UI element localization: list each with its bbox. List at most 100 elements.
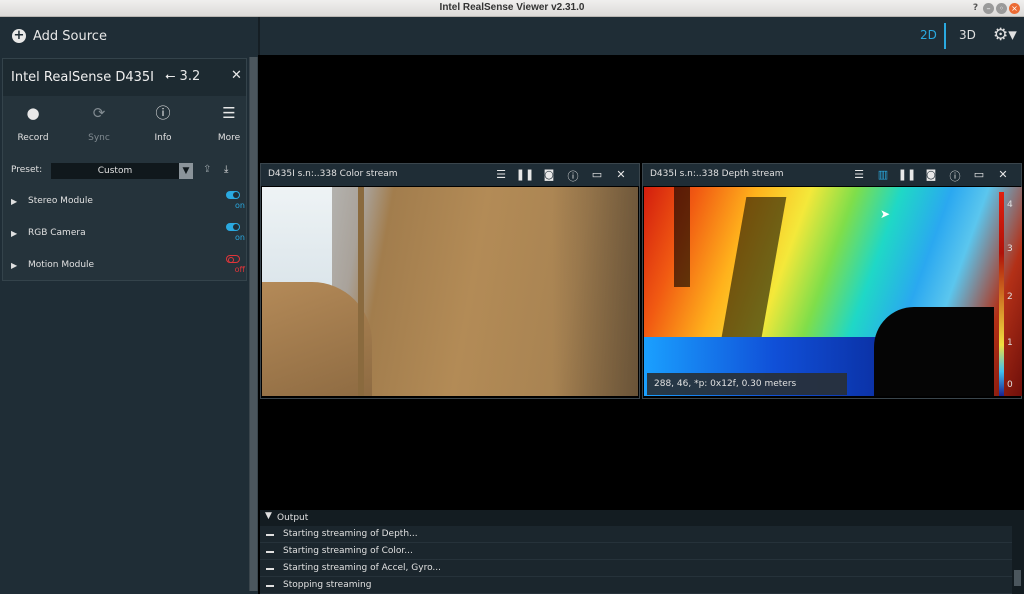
plus-icon: + (12, 28, 26, 43)
add-source-button[interactable]: + Add Source (12, 26, 107, 46)
close-icon[interactable]: ✕ (991, 168, 1015, 184)
options-icon[interactable]: ☰ (489, 168, 513, 184)
expand-icon[interactable]: ▶ (11, 229, 17, 238)
minimize-button[interactable]: – (983, 3, 994, 14)
output-header[interactable]: ▼ Output (260, 510, 1024, 526)
colorbar-tick: 0 (1007, 380, 1013, 390)
maximize-button[interactable]: ◦ (996, 3, 1007, 14)
close-device-icon[interactable]: ✕ (231, 68, 242, 83)
help-button[interactable]: ? (970, 3, 981, 14)
colorbar-tick: 3 (1007, 244, 1013, 254)
collapse-icon[interactable]: ▼ (265, 511, 272, 521)
module-motion[interactable]: ▶ Motion Module off (11, 255, 246, 279)
view-2d-button[interactable]: 2D (920, 28, 937, 42)
close-icon[interactable]: ✕ (609, 168, 633, 184)
window-title: Intel RealSense Viewer v2.31.0 (439, 2, 585, 13)
log-text: Stopping streaming (283, 580, 372, 590)
color-stream-panel: D435I s.n:..338 Color stream ☰ ❚❚ ◙ ⓘ ▭ … (260, 163, 640, 399)
record-label: Record (17, 133, 49, 143)
expand-icon[interactable]: ▶ (11, 261, 17, 270)
image-region (358, 187, 364, 396)
module-stereo[interactable]: ▶ Stereo Module on (11, 191, 246, 215)
device-panel: Intel RealSense D435I ⭠ 3.2 ✕ ● Record ⟳… (2, 58, 247, 281)
download-icon[interactable]: ⤓ (224, 164, 228, 175)
view-separator (944, 23, 946, 49)
log-line[interactable]: Stopping streaming (260, 577, 1012, 594)
log-line[interactable]: Starting streaming of Accel, Gyro... (260, 560, 1012, 577)
image-region (874, 307, 994, 396)
log-bullet (266, 568, 274, 570)
module-name: RGB Camera (28, 228, 86, 238)
histogram-icon[interactable]: ▥ (871, 168, 895, 184)
module-state: on (235, 201, 245, 210)
preset-label: Preset: (11, 165, 43, 175)
pause-icon[interactable]: ❚❚ (513, 168, 537, 184)
usb-version: 3.2 (179, 69, 201, 84)
device-name: Intel RealSense D435I (11, 70, 154, 85)
camera-icon[interactable]: ◙ (919, 168, 943, 184)
gear-icon[interactable]: ⚙▾ (993, 25, 1017, 45)
record-button[interactable]: ● Record (3, 103, 63, 143)
sync-label: Sync (88, 133, 110, 143)
log-text: Starting streaming of Depth... (283, 529, 418, 539)
pause-icon[interactable]: ❚❚ (895, 168, 919, 184)
info-icon[interactable]: ⓘ (943, 168, 967, 184)
output-panel: ▼ Output Starting streaming of Depth... … (260, 510, 1024, 594)
colorbar-tick: 2 (1007, 292, 1013, 302)
image-region (674, 187, 690, 287)
camera-icon[interactable]: ◙ (537, 168, 561, 184)
stream-title: D435I s.n:..338 Depth stream (650, 169, 784, 179)
sync-button[interactable]: ⟳ Sync (69, 103, 129, 143)
output-scrollbar[interactable] (1012, 526, 1024, 594)
stream-title: D435I s.n:..338 Color stream (268, 169, 398, 179)
log-bullet (266, 551, 274, 553)
depth-colorbar: 4 3 2 1 0 (999, 192, 1022, 396)
module-name: Stereo Module (28, 196, 93, 206)
module-toggle[interactable] (226, 223, 240, 231)
stream-controls: ☰ ▥ ❚❚ ◙ ⓘ ▭ ✕ (847, 168, 1015, 184)
module-rgb[interactable]: ▶ RGB Camera on (11, 223, 246, 247)
log-line[interactable]: Starting streaming of Depth... (260, 526, 1012, 543)
upload-icon[interactable]: ⇪ (203, 164, 211, 175)
preset-select[interactable]: Custom (51, 163, 179, 179)
module-toggle[interactable] (226, 255, 240, 263)
info-label: Info (154, 133, 172, 143)
usb-indicator: ⭠ 3.2 (165, 69, 200, 84)
module-state: off (234, 265, 245, 274)
info-button[interactable]: ⓘ Info (133, 103, 193, 143)
usb-icon: ⭠ (165, 69, 176, 84)
chevron-down-icon[interactable]: ▼ (179, 163, 193, 179)
maximize-icon[interactable]: ▭ (967, 168, 991, 184)
log-text: Starting streaming of Color... (283, 546, 413, 556)
options-icon[interactable]: ☰ (847, 168, 871, 184)
expand-icon[interactable]: ▶ (11, 197, 17, 206)
sidebar-scrollbar[interactable] (249, 57, 258, 591)
viewport: D435I s.n:..338 Color stream ☰ ❚❚ ◙ ⓘ ▭ … (260, 55, 1024, 510)
depth-stream-image[interactable]: ➤ 4 3 2 1 0 288, 46, *p: 0x12f, 0.30 met… (644, 187, 1022, 396)
module-toggle[interactable] (226, 191, 240, 199)
view-3d-button[interactable]: 3D (959, 28, 976, 42)
log-line[interactable]: Starting streaming of Color... (260, 543, 1012, 560)
close-window-button[interactable]: × (1009, 3, 1020, 14)
depth-readout: 288, 46, *p: 0x12f, 0.30 meters (647, 373, 847, 395)
device-header: Intel RealSense D435I ⭠ 3.2 ✕ (3, 59, 246, 96)
scrollbar-thumb[interactable] (250, 57, 257, 591)
colorbar-tick: 1 (1007, 338, 1013, 348)
image-region (262, 282, 372, 396)
log-bullet (266, 585, 274, 587)
info-icon: ⓘ (155, 104, 171, 122)
color-stream-image[interactable] (262, 187, 638, 396)
add-source-label: Add Source (33, 28, 107, 44)
colorbar-gradient (999, 192, 1004, 396)
device-actions: ● Record ⟳ Sync ⓘ Info ☰ More (3, 97, 246, 149)
sync-icon: ⟳ (92, 104, 106, 122)
stream-header: D435I s.n:..338 Depth stream ☰ ▥ ❚❚ ◙ ⓘ … (643, 164, 1021, 186)
module-state: on (235, 233, 245, 242)
image-region (552, 187, 638, 396)
stream-controls: ☰ ❚❚ ◙ ⓘ ▭ ✕ (489, 168, 633, 184)
scrollbar-thumb[interactable] (1014, 570, 1021, 586)
colorbar-tick: 4 (1007, 200, 1013, 210)
maximize-icon[interactable]: ▭ (585, 168, 609, 184)
toolbar-divider (258, 17, 260, 55)
info-icon[interactable]: ⓘ (561, 168, 585, 184)
